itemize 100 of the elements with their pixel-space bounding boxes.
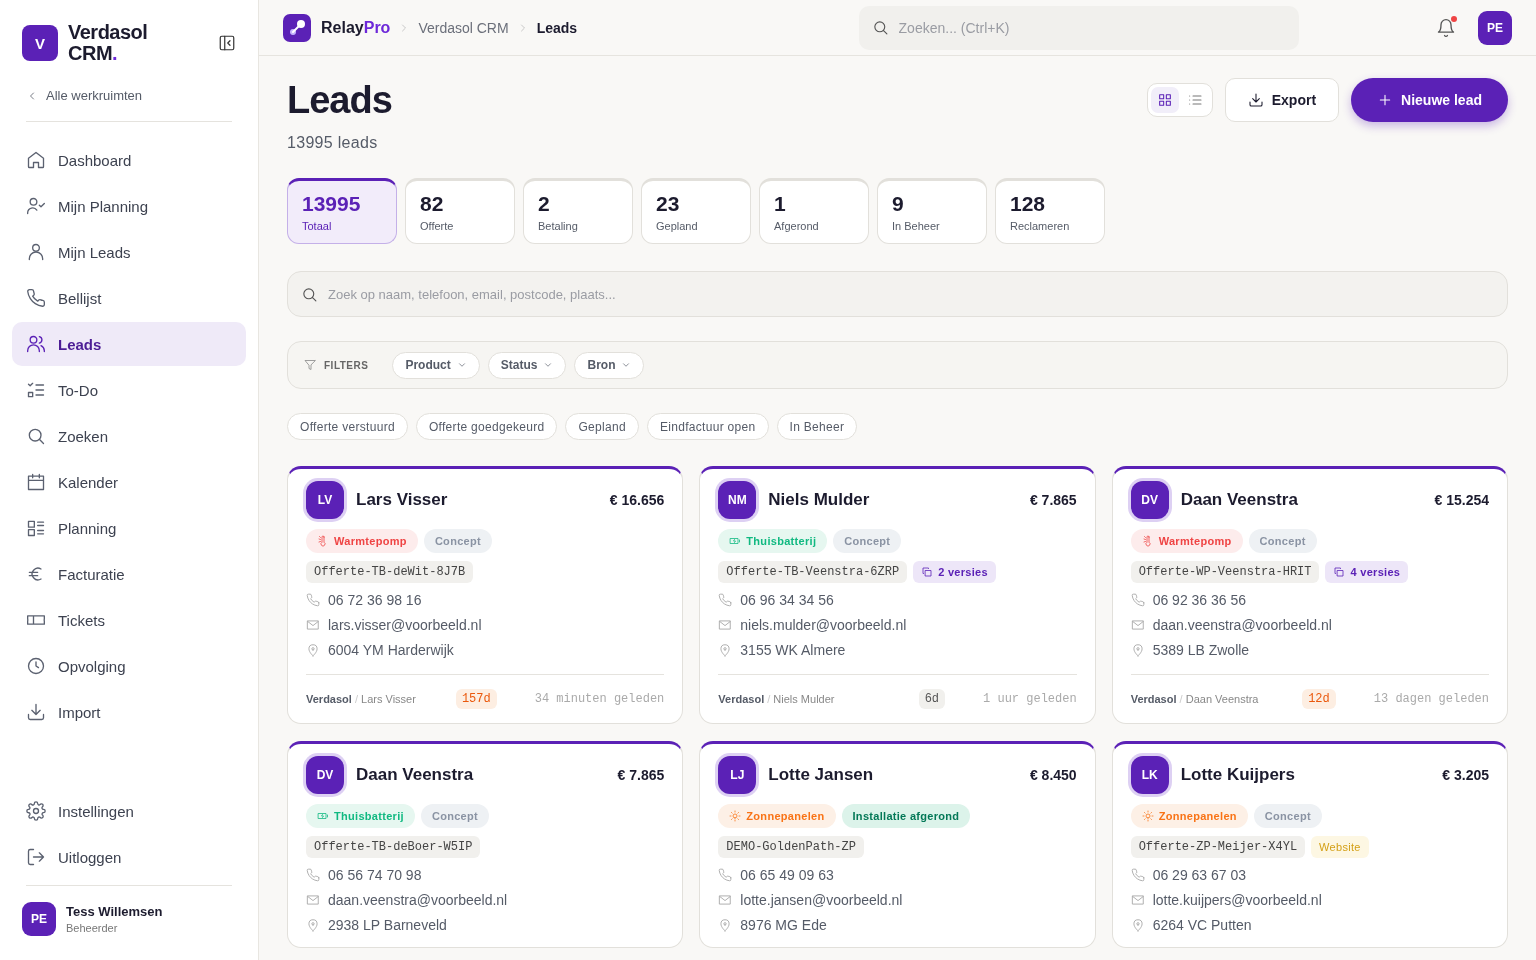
updated-time: 34 minuten geleden: [534, 692, 665, 706]
stat-tile[interactable]: 82 Offerte: [405, 178, 515, 244]
nav-item[interactable]: Opvolging: [12, 644, 246, 688]
map-pin-icon: [718, 917, 733, 932]
quick-filter-chip[interactable]: In Beheer: [776, 413, 858, 440]
lead-avatar: DV: [306, 756, 344, 794]
thermometer-icon: [317, 535, 329, 547]
chevron-down-icon: [621, 360, 632, 370]
nav-item[interactable]: Kalender: [12, 460, 246, 504]
breadcrumb-link[interactable]: Leads: [536, 19, 578, 36]
lead-name: Niels Mulder: [768, 490, 871, 510]
lead-address: 3155 WK Almere: [740, 641, 846, 658]
versions-tag: 4 versies: [1325, 561, 1409, 583]
quick-filter-chip[interactable]: Offerte goedgekeurd: [415, 413, 558, 440]
breadcrumb-link[interactable]: Verdasol CRM: [418, 19, 509, 36]
user-avatar[interactable]: PE: [22, 902, 56, 936]
nav-item[interactable]: Zoeken: [12, 414, 246, 458]
export-button[interactable]: Export: [1224, 78, 1340, 122]
lead-email: daan.veenstra@voorbeeld.nl: [328, 891, 508, 908]
copy-icon: [1333, 566, 1346, 578]
lead-amount: € 8.450: [1029, 767, 1077, 783]
grid-icon: [1156, 92, 1173, 108]
search-icon: [301, 285, 318, 303]
filter-dropdown[interactable]: Product: [392, 351, 480, 379]
sidebar-toggle-icon[interactable]: [218, 34, 236, 52]
user-role: Beheerder: [66, 922, 119, 934]
lead-card[interactable]: LJ Lotte Jansen € 8.450 Zonnepanelen Installatie afgerond DEMO-GoldenPath-ZP 06 65 49 09 63 lotte.jansen@voorbeeld.nl 8976 MG Ede: [699, 741, 1096, 948]
lead-email: lotte.jansen@voorbeeld.nl: [740, 891, 903, 908]
nav-item[interactable]: Instellingen: [12, 789, 246, 833]
lead-card[interactable]: LV Lars Visser € 16.656 Warmtepomp Concept Offerte-TB-deWit-8J7B 06 72 36 98 16 lars.visser@voorbeeld.nl 6004 YM Harderwijk Verdasol / Lars Visser 157d 34 minuten geleden: [287, 466, 684, 724]
search-field[interactable]: Zoek op naam, telefoon, email, postcode, plaats...: [287, 271, 1508, 317]
nav-item[interactable]: To-Do: [12, 368, 246, 412]
nav-item[interactable]: Import: [12, 690, 246, 734]
quick-filter-chip[interactable]: Gepland: [565, 413, 639, 440]
quote-reference: Offerte-TB-deWit-8J7B: [306, 561, 474, 583]
lead-address: 6264 VC Putten: [1152, 916, 1252, 933]
status-tag: Concept: [1253, 804, 1322, 828]
nav-item[interactable]: Tickets: [12, 598, 246, 642]
search-field[interactable]: Zoeken... (Ctrl+K): [858, 5, 1299, 50]
lead-email: daan.veenstra@voorbeeld.nl: [1152, 616, 1332, 633]
logout-icon: [26, 847, 46, 867]
grid-view-button[interactable]: [1150, 87, 1179, 113]
updated-time: 1 uur geleden: [983, 692, 1077, 706]
lead-owner: Verdasol / Lars Visser: [306, 693, 417, 705]
nav-item[interactable]: Uitloggen: [12, 835, 246, 879]
mail-icon: [718, 617, 733, 632]
stat-label: Totaal: [302, 220, 332, 232]
nav-item[interactable]: Dashboard: [12, 138, 246, 182]
stat-value: 2: [538, 192, 550, 216]
phone-icon: [306, 592, 320, 607]
lead-name: Daan Veenstra: [356, 765, 475, 785]
product-tag: Zonnepanelen: [718, 804, 836, 828]
bell-icon[interactable]: [1436, 17, 1456, 38]
nav-item[interactable]: Mijn Leads: [12, 230, 246, 274]
filter-dropdown[interactable]: Bron: [574, 351, 645, 379]
stat-tile[interactable]: 13995 Totaal: [287, 178, 397, 244]
stat-label: Afgerond: [774, 220, 819, 232]
nav-item[interactable]: Leads: [12, 322, 246, 366]
lead-phone: 06 72 36 98 16: [328, 591, 422, 608]
lead-avatar: LJ: [718, 756, 757, 794]
stat-label: Gepland: [656, 220, 698, 232]
nav-item[interactable]: Bellijst: [12, 276, 246, 320]
nav-item[interactable]: Planning: [12, 506, 246, 550]
stat-tile[interactable]: 2 Betaling: [523, 178, 633, 244]
nav-item[interactable]: Facturatie: [12, 552, 246, 596]
stat-tile[interactable]: 9 In Beheer: [877, 178, 987, 244]
source-tag: Website: [1311, 836, 1369, 858]
battery-icon: [317, 810, 329, 822]
map-pin-icon: [1130, 917, 1145, 932]
stat-value: 128: [1010, 192, 1046, 216]
nav-item[interactable]: Mijn Planning: [12, 184, 246, 228]
lead-card[interactable]: DV Daan Veenstra € 15.254 Warmtepomp Concept Offerte-WP-Veenstra-HRIT 4 versies 06 92 36 36 56 daan.veenstra@voorbeeld.nl 5389 LB Zwolle Verdasol / Daan Veenstra 12d 13 dagen geleden: [1111, 466, 1508, 724]
mail-icon: [1130, 617, 1145, 632]
new-lead-button[interactable]: Nieuwe lead: [1351, 78, 1508, 122]
quick-filter-chip[interactable]: Offerte verstuurd: [287, 413, 408, 440]
lead-email: lars.visser@voorbeeld.nl: [328, 616, 482, 633]
lead-card[interactable]: LK Lotte Kuijpers € 3.205 Zonnepanelen Concept Offerte-ZP-Meijer-X4YL Website 06 29 63 67 03 lotte.kuijpers@voorbeeld.nl 6264 VC Putten: [1111, 741, 1508, 948]
quote-reference: Offerte-WP-Veenstra-HRIT: [1130, 561, 1320, 583]
lead-card[interactable]: NM Niels Mulder € 7.865 Thuisbatterij Concept Offerte-TB-Veenstra-6ZRP 2 versies 06 96 34 34 56 niels.mulder@voorbeeld.nl 3155 WK Almere Verdasol / Niels Mulder 6d 1 uur geleden: [699, 466, 1096, 724]
back-link[interactable]: Alle werkruimten: [12, 78, 246, 115]
stat-tile[interactable]: 1 Afgerond: [759, 178, 869, 244]
lead-amount: € 7.865: [1029, 492, 1077, 508]
product-tag: Thuisbatterij: [306, 804, 415, 828]
layout-list-icon: [26, 518, 46, 538]
stat-tile[interactable]: 128 Reclameren: [995, 178, 1105, 244]
stat-tile[interactable]: 23 Gepland: [641, 178, 751, 244]
user-avatar[interactable]: PE: [1478, 10, 1512, 45]
phone-icon: [1130, 867, 1145, 882]
app-name: RelayPro: [321, 18, 391, 37]
phone-icon: [306, 867, 320, 882]
status-tag: Concept: [1248, 529, 1317, 553]
lead-card[interactable]: DV Daan Veenstra € 7.865 Thuisbatterij Concept Offerte-TB-deBoer-W5IP 06 56 74 70 98 daan.veenstra@voorbeeld.nl 2938 LP Barneveld: [287, 741, 684, 948]
phone-icon: [718, 592, 733, 607]
lead-name: Lotte Jansen: [768, 765, 875, 785]
search-icon: [26, 426, 46, 446]
filter-dropdown[interactable]: Status: [487, 351, 567, 379]
phone-icon: [1130, 592, 1145, 607]
lead-name: Daan Veenstra: [1180, 490, 1299, 510]
stat-value: 82: [420, 192, 444, 216]
quick-filter-chip[interactable]: Eindfactuur open: [646, 413, 769, 440]
